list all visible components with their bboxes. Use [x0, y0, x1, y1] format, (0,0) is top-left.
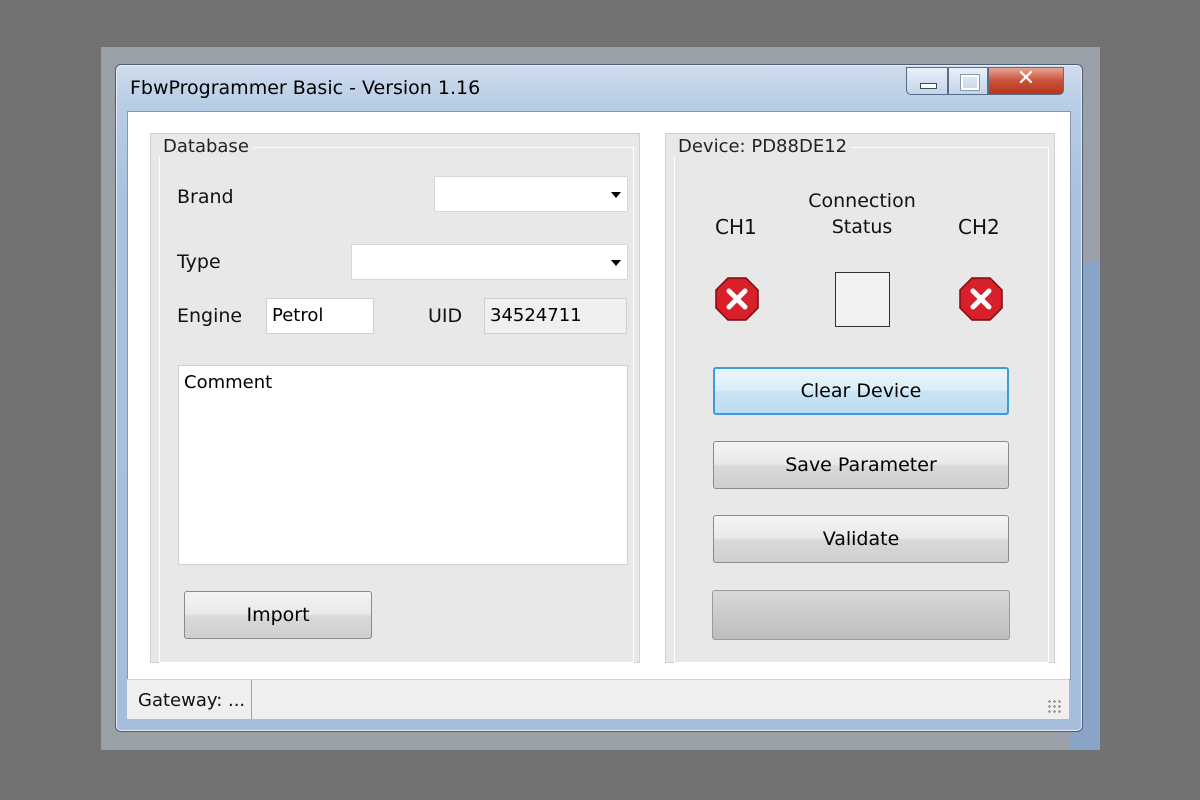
device-group: Device: PD88DE12 CH1 Connection Status C… [665, 133, 1055, 663]
ch1-label: CH1 [715, 215, 757, 239]
database-group-legend: Database [159, 136, 253, 157]
window-title: FbwProgrammer Basic - Version 1.16 [130, 77, 481, 99]
close-icon: ✕ [1016, 66, 1036, 91]
validate-button[interactable]: Validate [713, 515, 1009, 563]
app-window: FbwProgrammer Basic - Version 1.16 ✕ Dat… [115, 64, 1083, 732]
type-label: Type [177, 251, 221, 273]
connection-status-label-line2: Status [831, 216, 893, 238]
save-parameter-button[interactable]: Save Parameter [713, 441, 1009, 489]
chevron-down-icon [611, 192, 621, 198]
connection-status-label-line1: Connection [808, 190, 916, 212]
uid-field: 34524711 [484, 298, 627, 334]
maximize-button[interactable] [948, 67, 988, 95]
device-group-legend: Device: PD88DE12 [674, 136, 852, 157]
ch2-error-icon [959, 277, 1003, 321]
gateway-status: Gateway: ... [127, 680, 252, 719]
engine-label: Engine [177, 305, 243, 327]
resize-grip-icon[interactable] [1047, 699, 1063, 715]
uid-label: UID [428, 305, 463, 327]
maximize-icon [960, 74, 980, 91]
status-bar: Gateway: ... [127, 679, 1069, 719]
ch2-label: CH2 [958, 215, 1000, 239]
close-button[interactable]: ✕ [988, 66, 1064, 95]
disabled-action-button [712, 590, 1010, 640]
brand-dropdown[interactable] [434, 176, 628, 212]
comment-textarea[interactable]: Comment [178, 365, 628, 565]
connection-status-indicator [835, 272, 890, 327]
engine-field[interactable]: Petrol [266, 298, 374, 334]
minimize-button[interactable] [906, 67, 948, 95]
chevron-down-icon [611, 260, 621, 266]
database-group: Database Brand Type Engine Petrol UID 34… [150, 133, 640, 663]
client-area: Database Brand Type Engine Petrol UID 34… [127, 111, 1071, 680]
type-dropdown[interactable] [351, 244, 628, 280]
brand-label: Brand [177, 186, 234, 208]
clear-device-button[interactable]: Clear Device [713, 367, 1009, 415]
minimize-icon [920, 83, 937, 89]
import-button[interactable]: Import [184, 591, 372, 639]
ch1-error-icon [715, 277, 759, 321]
